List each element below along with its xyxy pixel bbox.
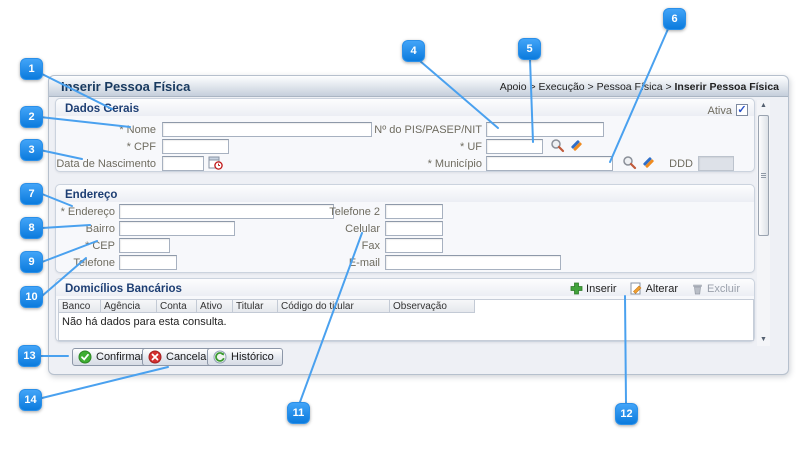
municipio-input[interactable] [486,156,613,171]
section-domicilios-header: Domicílios Bancários [65,283,182,295]
historico-button[interactable]: Histórico [207,348,283,366]
uf-eraser-icon[interactable] [569,138,584,153]
confirm-check-icon [78,350,92,364]
excluir-action-label: Excluir [707,283,740,295]
ddd-input [698,156,734,171]
breadcrumb-path: Apoio > Execução > Pessoa Física > [500,81,675,93]
callout-badge-14: 14 [19,389,42,411]
scroll-up-icon[interactable]: ▲ [757,100,770,111]
callout-badge-10: 10 [20,286,43,308]
data-nascimento-input[interactable] [162,156,204,171]
celular-label: Celular [306,222,380,237]
section-dados-gerais-header: Dados Gerais [65,103,139,115]
email-input[interactable] [385,255,561,270]
historico-button-label: Histórico [231,351,274,363]
breadcrumb: Apoio > Execução > Pessoa Física > Inser… [500,81,779,93]
callout-badge-4: 4 [402,40,425,62]
scroll-down-icon[interactable]: ▼ [757,334,770,345]
vertical-scrollbar[interactable]: ▲ ▼ [757,100,770,346]
ativa-checkbox[interactable]: ✓ [736,104,748,116]
alterar-action-label: Alterar [646,283,678,295]
cep-label: * CEP [56,239,115,254]
municipio-search-icon[interactable] [622,155,637,170]
callout-badge-1: 1 [20,58,43,80]
grid-actions: Inserir Alterar Excluir [570,282,740,295]
ddd-label: DDD [648,157,693,172]
callout-badge-9: 9 [20,251,43,273]
nome-label: * Nome [56,123,156,138]
cep-input[interactable] [119,238,170,253]
callout-badge-2: 2 [20,106,43,128]
endereco-input[interactable] [119,204,334,219]
col-observacao: Observação [390,300,475,313]
inserir-action-label: Inserir [586,283,617,295]
telefone2-label: Telefone 2 [306,205,380,220]
empty-table-message: Não há dados para esta consulta. [62,316,227,328]
endereco-label: * Endereço [56,205,115,220]
bairro-input[interactable] [119,221,235,236]
callout-badge-6: 6 [663,8,686,30]
uf-search-icon[interactable] [550,138,565,153]
telefone-label: Telefone [56,256,115,271]
uf-label: * UF [296,140,482,155]
callout-badge-12: 12 [615,403,638,425]
fax-label: Fax [306,239,380,254]
calendar-icon[interactable] [208,155,223,170]
callout-badge-13: 13 [18,345,41,367]
edit-icon [630,282,643,295]
pis-label: Nº do PIS/PASEP/NIT [296,123,482,138]
section-endereco: Endereço * Endereço Telefone 2 Bairro Ce… [55,184,755,273]
scrollbar-grip [761,173,766,178]
callout-badge-7: 7 [20,183,43,205]
page-title: Inserir Pessoa Física [61,79,190,94]
alterar-action[interactable]: Alterar [630,282,678,295]
title-bar: Inserir Pessoa Física Apoio > Execução >… [49,76,788,97]
pis-input[interactable] [486,122,604,137]
callout-badge-5: 5 [518,38,541,60]
fax-input[interactable] [385,238,443,253]
email-label: E-mail [306,256,380,271]
callout-badge-8: 8 [20,217,43,239]
trash-icon [691,282,704,295]
cpf-label: * CPF [56,140,156,155]
history-icon [213,350,227,364]
data-nascimento-label: Data de Nascimento [56,157,156,172]
cancelar-button-label: Cancelar [166,351,210,363]
col-titular: Titular [233,300,278,313]
telefone-input[interactable] [119,255,177,270]
uf-input[interactable] [486,139,543,154]
bank-accounts-table: Banco Agência Conta Ativo Titular Código… [58,299,754,341]
celular-input[interactable] [385,221,443,236]
col-conta: Conta [157,300,197,313]
table-header-row: Banco Agência Conta Ativo Titular Código… [59,300,475,313]
plus-icon [570,282,583,295]
screenshot-page: 1 2 3 4 5 6 7 8 9 10 11 12 13 14 Inserir… [0,0,800,454]
callout-badge-11: 11 [287,402,310,424]
telefone2-input[interactable] [385,204,443,219]
callout-badge-3: 3 [20,139,43,161]
section-endereco-header: Endereço [65,189,117,201]
col-banco: Banco [59,300,101,313]
cancel-x-icon [148,350,162,364]
ativa-label: Ativa [671,104,732,119]
col-agencia: Agência [101,300,157,313]
col-ativo: Ativo [197,300,233,313]
section-dados-gerais: Dados Gerais Ativa ✓ * Nome Nº do PIS/PA… [55,98,755,172]
confirmar-button-label: Confirmar [96,351,144,363]
breadcrumb-current: Inserir Pessoa Física [675,81,779,93]
excluir-action[interactable]: Excluir [691,282,740,295]
municipio-label: * Município [296,157,482,172]
inserir-action[interactable]: Inserir [570,282,617,295]
bairro-label: Bairro [56,222,115,237]
col-codigo-titular: Código do titular [278,300,390,313]
cpf-input[interactable] [162,139,229,154]
section-domicilios-bancarios: Domicílios Bancários Inserir Alterar [55,278,755,342]
scrollbar-thumb[interactable] [758,115,769,236]
